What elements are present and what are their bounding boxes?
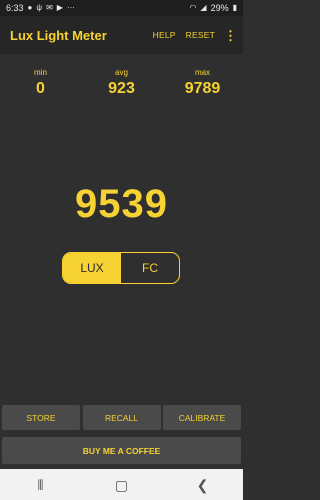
signal-icon: ◢ [200, 3, 207, 12]
status-bar: 6:33 ● ψ ✉ ▶ ··· ◠ ◢ 29% ▮ [0, 0, 243, 16]
mail-icon: ✉ [46, 3, 53, 12]
app-bar: Lux Light Meter HELP RESET ⋮ [0, 16, 243, 54]
battery-icon: ▮ [232, 3, 237, 12]
store-button[interactable]: STORE [2, 405, 80, 430]
app-title: Lux Light Meter [10, 27, 107, 43]
reset-button[interactable]: RESET [186, 30, 215, 40]
stat-min-label: min [34, 68, 47, 77]
unit-toggle: LUX FC [62, 252, 180, 284]
wifi-icon: ◠ [189, 3, 197, 12]
back-icon[interactable]: ❮ [183, 478, 223, 492]
stat-min: min 0 [0, 68, 81, 98]
recall-button[interactable]: RECALL [82, 405, 161, 430]
more-icon: ··· [66, 3, 75, 12]
usb-icon: ψ [36, 3, 43, 12]
stat-avg: avg 923 [81, 68, 162, 98]
stat-min-value: 0 [36, 80, 45, 97]
stat-avg-value: 923 [108, 80, 135, 97]
stat-avg-label: avg [115, 68, 128, 77]
help-button[interactable]: HELP [153, 30, 176, 40]
notification-icon: ● [27, 3, 33, 12]
overflow-menu-icon[interactable]: ⋮ [224, 29, 237, 42]
system-nav-bar: ⦀ ▢ ❮ [0, 469, 243, 500]
buy-me-a-coffee-button[interactable]: BUY ME A COFFEE [2, 437, 241, 464]
calibrate-button[interactable]: CALIBRATE [163, 405, 241, 430]
lux-unit-button[interactable]: LUX [63, 253, 121, 283]
stat-max: max 9789 [162, 68, 243, 98]
stat-max-value: 9789 [184, 80, 221, 97]
lux-reading: 9539 [75, 182, 168, 226]
stats-panel: min 0 avg 923 max 9789 [0, 68, 243, 98]
fc-unit-button[interactable]: FC [121, 253, 179, 283]
stat-max-label: max [194, 68, 211, 77]
action-buttons: STORE RECALL CALIBRATE [2, 405, 241, 430]
recent-apps-icon[interactable]: ⦀ [21, 478, 61, 492]
status-time: 6:33 [6, 3, 24, 13]
battery-percent: 29% [210, 3, 229, 13]
home-icon[interactable]: ▢ [102, 478, 142, 492]
youtube-icon: ▶ [56, 3, 63, 12]
